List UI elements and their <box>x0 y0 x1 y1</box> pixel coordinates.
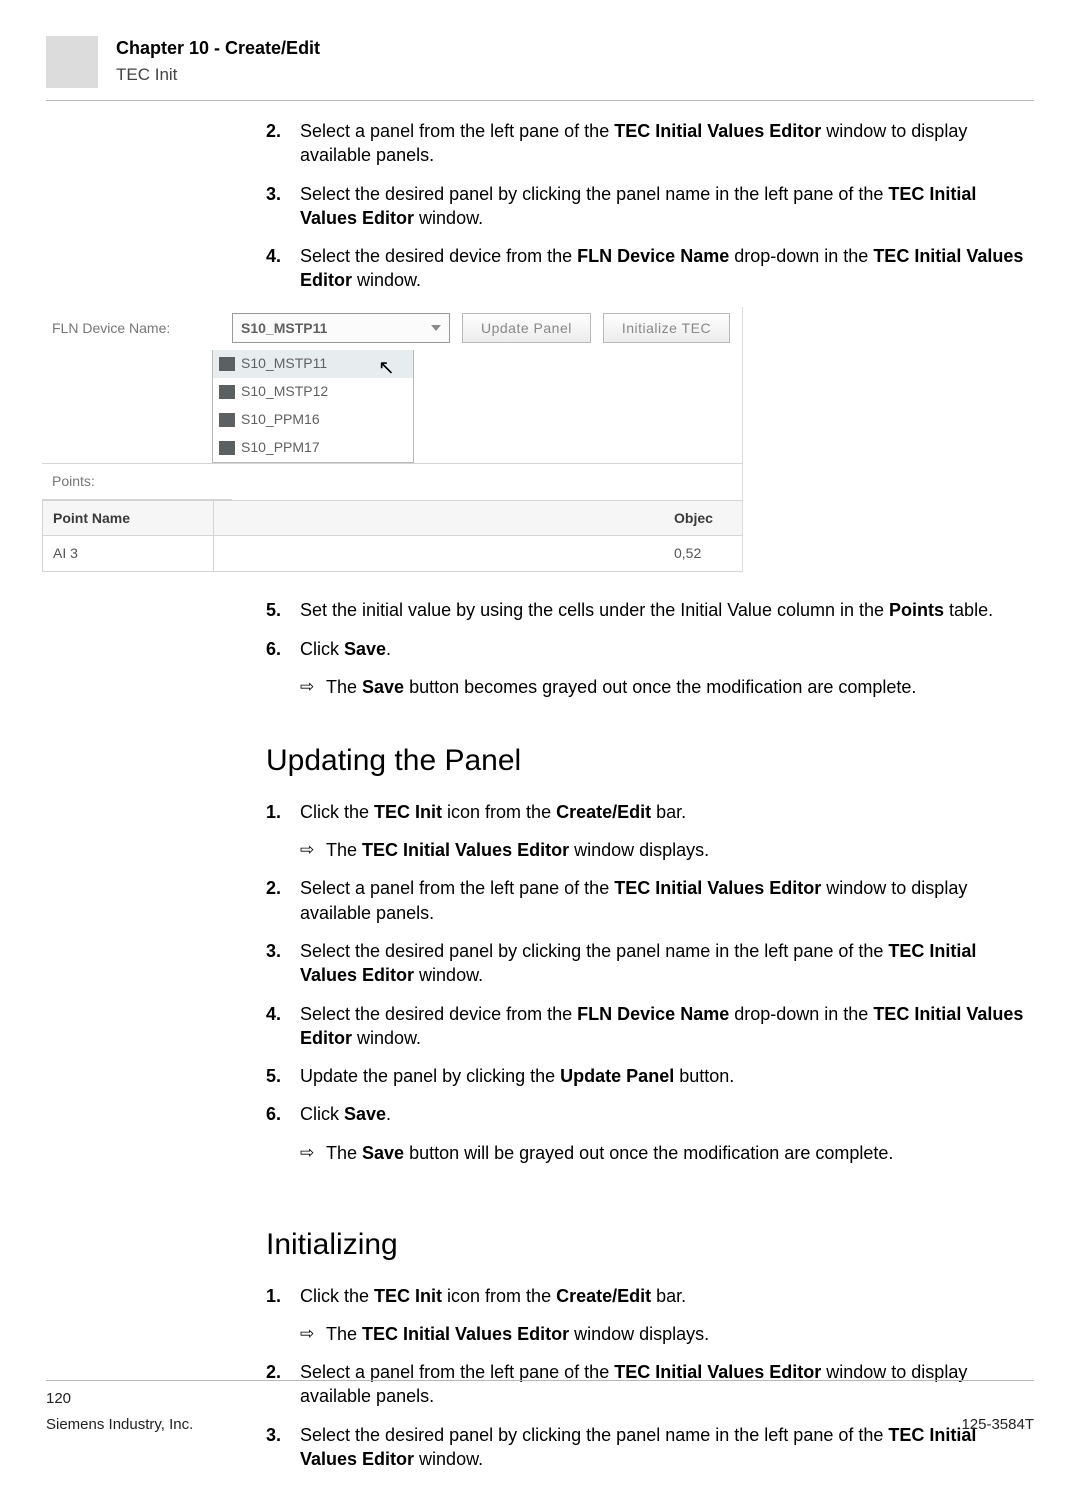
step-item: 4.Select the desired device from the FLN… <box>266 1002 1034 1051</box>
step-item: 2.Select a panel from the left pane of t… <box>266 876 1034 925</box>
step-result: ⇨The TEC Initial Values Editor window di… <box>300 1322 1034 1346</box>
dropdown-option-label: S10_PPM17 <box>241 438 320 457</box>
initializing-step-list: 1.Click the TEC Init icon from the Creat… <box>266 1284 1034 1472</box>
result-arrow-icon: ⇨ <box>300 1323 326 1347</box>
updating-step-list: 1.Click the TEC Init icon from the Creat… <box>266 800 1034 1165</box>
post-step-list: 5.Set the initial value by using the cel… <box>266 598 1034 661</box>
result-arrow-icon: ⇨ <box>300 1142 326 1166</box>
device-icon <box>219 441 235 455</box>
points-label: Points: <box>42 464 232 500</box>
step-marker: 1. <box>266 800 300 824</box>
result-arrow-icon: ⇨ <box>300 676 326 700</box>
dropdown-option-label: S10_PPM16 <box>241 410 320 429</box>
step-text: Click the TEC Init icon from the Create/… <box>300 1284 1034 1308</box>
step-item: 1.Click the TEC Init icon from the Creat… <box>266 1284 1034 1308</box>
step-item: 1.Click the TEC Init icon from the Creat… <box>266 800 1034 824</box>
step-marker: 5. <box>266 598 300 622</box>
step-marker: 3. <box>266 182 300 231</box>
cell-object: 0,52 <box>664 536 742 571</box>
device-icon <box>219 385 235 399</box>
footer-left: Siemens Industry, Inc. <box>46 1416 193 1433</box>
step-text: Click Save. <box>300 637 1034 661</box>
step-item: 4.Select the desired device from the FLN… <box>266 244 1034 293</box>
header-square-icon <box>46 36 98 88</box>
result-arrow-icon: ⇨ <box>300 839 326 863</box>
step-marker: 2. <box>266 876 300 925</box>
step-result-text: The Save button will be grayed out once … <box>326 1141 893 1165</box>
dropdown-option-label: S10_MSTP12 <box>241 382 328 401</box>
points-table: Point Name Objec AI 3 0,52 <box>42 500 742 573</box>
fln-device-name-dropdown[interactable]: S10_MSTP11 <box>232 313 450 343</box>
step-result-text: The TEC Initial Values Editor window dis… <box>326 838 709 862</box>
step-text: Update the panel by clicking the Update … <box>300 1064 1034 1088</box>
tec-editor-screenshot: FLN Device Name: S10_MSTP11 Update Panel… <box>42 307 743 573</box>
section-title: TEC Init <box>116 64 320 87</box>
page-header: Chapter 10 - Create/Edit TEC Init <box>46 36 1034 101</box>
fln-device-selected: S10_MSTP11 <box>241 319 327 338</box>
intro-step-list: 2.Select a panel from the left pane of t… <box>266 119 1034 293</box>
step-marker: 4. <box>266 244 300 293</box>
step-result: ⇨The Save button will be grayed out once… <box>300 1141 1034 1165</box>
col-point-name: Point Name <box>43 501 214 536</box>
device-icon <box>219 413 235 427</box>
step-marker: 1. <box>266 1284 300 1308</box>
step-marker: 4. <box>266 1002 300 1051</box>
step-item: 6.Click Save. <box>266 637 1034 661</box>
dropdown-option[interactable]: S10_MSTP12 <box>213 378 413 406</box>
updating-heading: Updating the Panel <box>266 741 1034 782</box>
dropdown-option[interactable]: S10_MSTP11 <box>213 350 413 378</box>
post-result: ⇨ The Save button becomes grayed out onc… <box>300 675 1034 699</box>
initialize-tec-button[interactable]: Initialize TEC <box>603 313 730 343</box>
step-text: Click Save. <box>300 1102 1034 1126</box>
fln-device-name-label: FLN Device Name: <box>42 313 232 344</box>
post-result-text: The Save button becomes grayed out once … <box>326 675 916 699</box>
step-text: Set the initial value by using the cells… <box>300 598 1034 622</box>
step-item: 2.Select a panel from the left pane of t… <box>266 119 1034 168</box>
step-marker: 6. <box>266 637 300 661</box>
step-result-text: The TEC Initial Values Editor window dis… <box>326 1322 709 1346</box>
step-text: Select the desired device from the FLN D… <box>300 1002 1034 1051</box>
step-marker: 5. <box>266 1064 300 1088</box>
step-item: 3.Select the desired panel by clicking t… <box>266 182 1034 231</box>
col-object: Objec <box>664 501 742 536</box>
update-panel-button[interactable]: Update Panel <box>462 313 591 343</box>
device-icon <box>219 357 235 371</box>
step-text: Select the desired device from the FLN D… <box>300 244 1034 293</box>
fln-device-dropdown-list: ↖ S10_MSTP11S10_MSTP12S10_PPM16S10_PPM17 <box>212 350 414 463</box>
step-marker: 3. <box>266 939 300 988</box>
step-item: 3.Select the desired panel by clicking t… <box>266 939 1034 988</box>
step-marker: 2. <box>266 119 300 168</box>
chapter-title: Chapter 10 - Create/Edit <box>116 36 320 60</box>
step-text: Click the TEC Init icon from the Create/… <box>300 800 1034 824</box>
step-text: Select the desired panel by clicking the… <box>300 939 1034 988</box>
footer-right: 125-3584T <box>961 1416 1034 1433</box>
page-number: 120 <box>46 1389 193 1409</box>
step-text: Select a panel from the left pane of the… <box>300 119 1034 168</box>
step-item: 6.Click Save. <box>266 1102 1034 1126</box>
page-footer: 120 Siemens Industry, Inc. 125-3584T <box>46 1380 1034 1436</box>
step-marker: 6. <box>266 1102 300 1126</box>
dropdown-option[interactable]: S10_PPM17 <box>213 434 413 462</box>
step-text: Select the desired panel by clicking the… <box>300 182 1034 231</box>
step-item: 5.Update the panel by clicking the Updat… <box>266 1064 1034 1088</box>
chevron-down-icon <box>431 325 441 331</box>
dropdown-option-label: S10_MSTP11 <box>241 354 327 373</box>
dropdown-option[interactable]: S10_PPM16 <box>213 406 413 434</box>
step-result: ⇨The TEC Initial Values Editor window di… <box>300 838 1034 862</box>
cell-point-name: AI 3 <box>43 536 214 571</box>
step-item: 5.Set the initial value by using the cel… <box>266 598 1034 622</box>
step-text: Select a panel from the left pane of the… <box>300 876 1034 925</box>
initializing-heading: Initializing <box>266 1225 1034 1266</box>
